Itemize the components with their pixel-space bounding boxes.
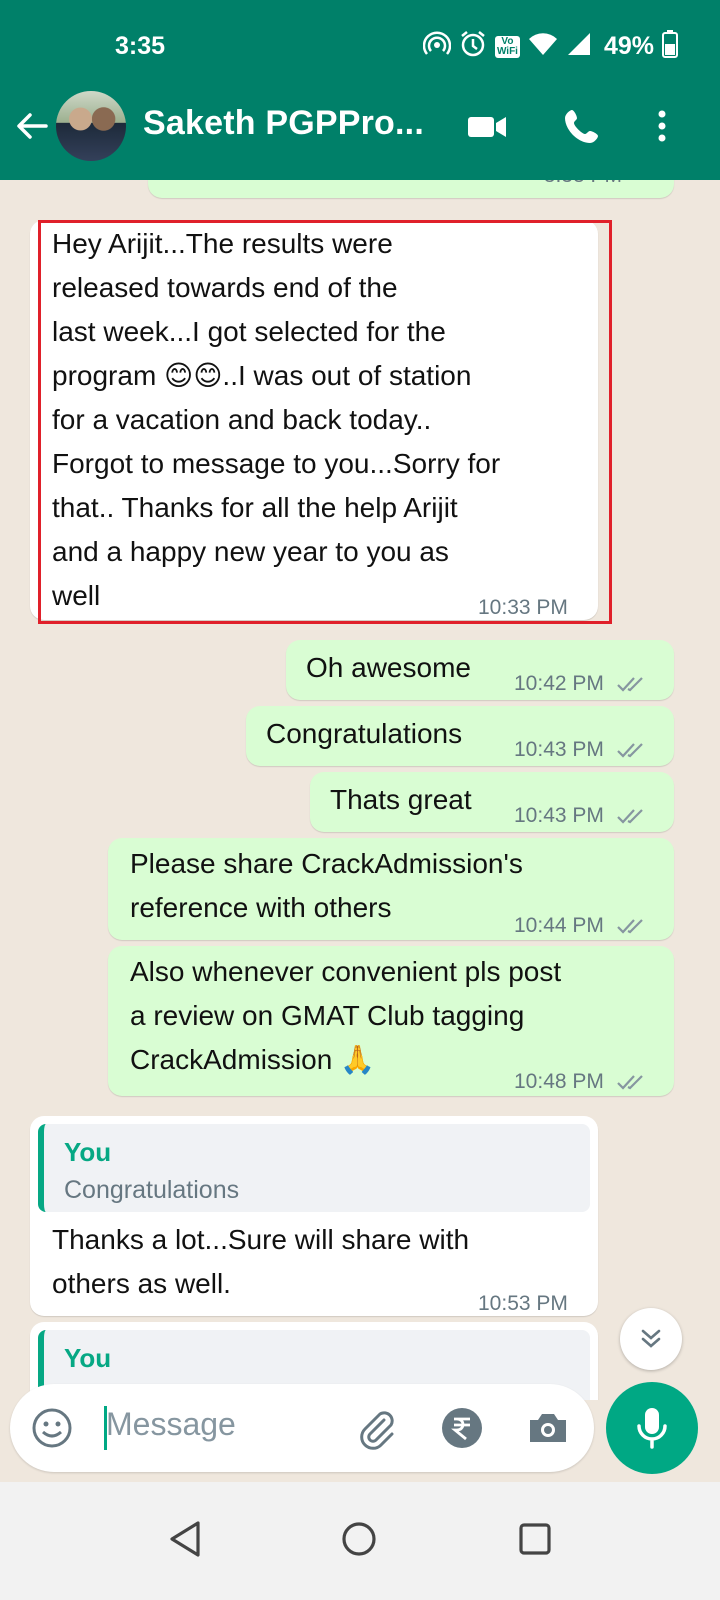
nav-back-icon[interactable]	[168, 1520, 202, 1563]
double-chevron-down-icon	[641, 1329, 661, 1348]
message-bubble-outgoing[interactable]: Also whenever convenient pls post a revi…	[108, 946, 674, 1096]
quote-author: You	[64, 1343, 112, 1373]
message-meta: 10:43 PM	[514, 728, 650, 772]
status-bar: 3:35 Vo WiFi 49%	[0, 0, 720, 84]
message-time: 10:43 PM	[514, 738, 604, 761]
message-meta: 10:44 PM	[514, 904, 650, 948]
battery-percent: 49%	[603, 32, 654, 60]
message-input[interactable]: Message	[106, 1406, 236, 1443]
message-bubble-outgoing[interactable]: Thats great 10:43 PM	[310, 772, 674, 832]
double-check-icon	[616, 1075, 643, 1091]
nav-recents-icon[interactable]	[516, 1520, 554, 1563]
message-text: Congratulations	[266, 718, 463, 749]
quoted-message[interactable]: You Congratulations	[38, 1124, 590, 1212]
message-time: 10:42 PM	[514, 672, 604, 695]
message-text: Please share CrackAdmission's reference …	[130, 848, 523, 923]
message-meta: 10:48 PM	[514, 1060, 650, 1104]
message-meta: 10:43 PM	[514, 794, 650, 838]
message-bubble-outgoing-partial[interactable]: 8:38 PM	[148, 180, 674, 198]
emoji-icon[interactable]	[30, 1406, 74, 1455]
alarm-icon	[459, 30, 487, 63]
chat-area[interactable]: 8:38 PM Hey Arijit...The results were re…	[0, 180, 720, 1400]
double-check-icon	[616, 919, 643, 935]
message-time: 8:38 PM	[544, 180, 622, 198]
microphone-icon	[637, 1408, 667, 1449]
message-text: Thanks a lot...Sure will share with othe…	[52, 1224, 470, 1299]
camera-icon[interactable]	[526, 1406, 570, 1455]
video-call-icon[interactable]	[466, 106, 508, 153]
scroll-to-bottom-button[interactable]	[620, 1308, 682, 1370]
message-time: 10:43 PM	[514, 804, 604, 827]
message-bubble-incoming-reply[interactable]: You Congratulations Thanks a lot...Sure …	[30, 1116, 598, 1316]
rupee-payment-icon[interactable]	[440, 1406, 484, 1455]
quote-text: Congratulations	[64, 1176, 240, 1204]
back-arrow-icon[interactable]	[14, 108, 50, 149]
message-time: 10:48 PM	[514, 1070, 604, 1093]
message-text: Also whenever convenient pls post a revi…	[130, 956, 562, 1075]
message-time: 10:44 PM	[514, 914, 604, 937]
vowifi-bottom: WiFi	[496, 45, 518, 57]
message-bubble-outgoing[interactable]: Please share CrackAdmission's reference …	[108, 838, 674, 940]
battery-icon	[662, 30, 678, 63]
message-bubble-outgoing[interactable]: Congratulations 10:43 PM	[246, 706, 674, 766]
message-text: Oh awesome	[306, 652, 471, 683]
chat-header: Saketh PGPPro...	[0, 84, 720, 180]
attach-icon[interactable]	[354, 1406, 398, 1455]
highlight-box	[38, 220, 612, 624]
signal-icon	[566, 31, 592, 62]
more-options-icon[interactable]	[652, 106, 672, 151]
voice-call-icon[interactable]	[562, 106, 602, 151]
vowifi-icon: Vo WiFi	[494, 35, 520, 58]
contact-name[interactable]: Saketh PGPPro...	[143, 104, 424, 143]
message-time: 10:53 PM	[478, 1292, 568, 1315]
system-navigation-bar	[0, 1482, 720, 1600]
voice-message-button[interactable]	[606, 1382, 698, 1474]
quote-author: You	[64, 1137, 112, 1167]
hotspot-icon	[422, 30, 452, 63]
message-composer: Message	[10, 1384, 594, 1472]
contact-avatar[interactable]	[56, 91, 126, 161]
message-text: Thats great	[330, 784, 472, 815]
message-meta: 10:42 PM	[514, 662, 650, 706]
double-check-icon	[616, 809, 643, 825]
status-icons: Vo WiFi 49%	[422, 30, 678, 63]
wifi-icon	[528, 31, 558, 62]
nav-home-icon[interactable]	[340, 1520, 378, 1563]
double-check-icon	[616, 677, 643, 693]
double-check-icon	[616, 743, 643, 759]
message-bubble-outgoing[interactable]: Oh awesome 10:42 PM	[286, 640, 674, 700]
status-time: 3:35	[115, 32, 166, 60]
